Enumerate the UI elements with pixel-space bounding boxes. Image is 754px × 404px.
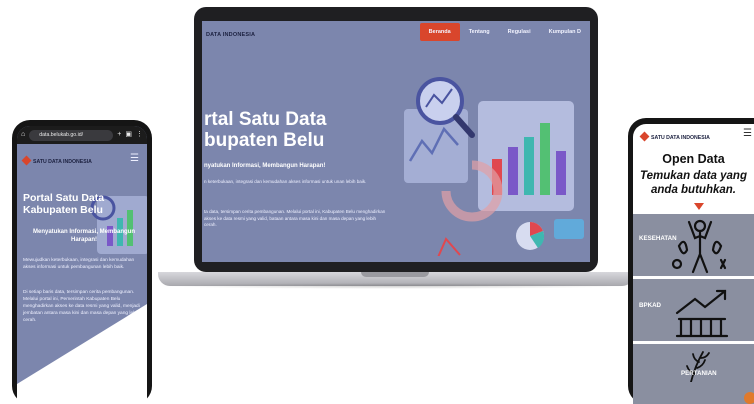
open-data-subtitle-line2: anda butuhkan.	[651, 184, 736, 196]
category-card-pertanian[interactable]: PERTANIAN	[633, 344, 754, 404]
laptop-hero-title-line2: bupaten Belu	[204, 130, 325, 151]
laptop-shadow	[155, 283, 637, 289]
more-icon[interactable]: ⋮	[136, 130, 143, 140]
phone-right-brand-text: SATU DATA INDONESIA	[651, 135, 710, 141]
category-label-pertanian: PERTANIAN	[681, 370, 717, 377]
category-label-bpkad: BPKAD	[639, 302, 662, 309]
hamburger-icon[interactable]: ☰	[130, 153, 139, 164]
home-icon[interactable]: ⌂	[21, 130, 25, 140]
phone-left-brand[interactable]: SATU DATA INDONESIA	[21, 155, 92, 166]
laptop-notch	[361, 272, 429, 277]
laptop-paragraph-2: ta data, tersimpan cerita pembangunan. M…	[204, 209, 386, 228]
logo-mark-icon	[639, 131, 650, 142]
nav-tentang[interactable]: Tentang	[460, 23, 499, 41]
logo-mark-icon	[21, 155, 32, 166]
laptop-hero-title: rtal Satu Data bupaten Belu	[204, 109, 374, 151]
category-card-bpkad[interactable]: BPKAD	[633, 279, 754, 341]
phone-right-frame: SATU DATA INDONESIA ☰ Open Data Temukan …	[628, 118, 754, 404]
phone-left-hero-title: Portal Satu Data Kabupaten Belu	[23, 192, 105, 216]
open-data-subtitle-line1: Temukan data yang	[640, 170, 747, 182]
laptop-brand[interactable]: DATA INDONESIA	[206, 32, 255, 38]
laptop-frame: DATA INDONESIA Beranda Tentang Regulasi …	[194, 7, 598, 272]
finance-building-icon	[675, 289, 729, 338]
data-analytics-illustration	[404, 77, 584, 256]
browser-toolbar: ⌂ data.belukab.go.id/ + ▣ ⋮	[17, 126, 147, 144]
phone-left-brand-text: SATU DATA INDONESIA	[33, 159, 92, 165]
nav-beranda[interactable]: Beranda	[419, 23, 460, 41]
hamburger-icon[interactable]: ☰	[743, 128, 752, 139]
health-person-icon	[671, 219, 727, 274]
down-arrow-icon	[694, 203, 704, 210]
category-card-kesehatan[interactable]: KESEHATAN	[633, 214, 754, 276]
laptop-screen: DATA INDONESIA Beranda Tentang Regulasi …	[202, 21, 590, 262]
laptop-menu: Beranda Tentang Regulasi Kumpulan D	[419, 23, 590, 41]
nav-kumpulan-data[interactable]: Kumpulan D	[540, 23, 590, 41]
nav-regulasi[interactable]: Regulasi	[499, 23, 540, 41]
scroll-top-button[interactable]	[744, 392, 754, 404]
laptop-tagline: nyatukan Informasi, Membangun Harapan!	[204, 163, 326, 169]
phone-left-white-diagonal	[17, 304, 147, 404]
phone-left-screen: ⌂ data.belukab.go.id/ + ▣ ⋮ SATU DATA IN…	[17, 126, 147, 404]
tabs-icon[interactable]: ▣	[125, 130, 132, 140]
phone-right-screen: SATU DATA INDONESIA ☰ Open Data Temukan …	[633, 124, 754, 404]
laptop-hero-title-line1: rtal Satu Data	[204, 109, 327, 130]
laptop-navbar: DATA INDONESIA Beranda Tentang Regulasi …	[202, 21, 590, 47]
phone-left-frame: ⌂ data.belukab.go.id/ + ▣ ⋮ SATU DATA IN…	[12, 120, 152, 404]
category-label-kesehatan: KESEHATAN	[639, 235, 677, 242]
url-bar[interactable]: data.belukab.go.id/	[29, 129, 114, 141]
open-data-subtitle: Temukan data yang anda butuhkan.	[633, 169, 754, 197]
phone-right-brand[interactable]: SATU DATA INDONESIA	[639, 131, 710, 142]
phone-left-paragraph-1: Mewujudkan keterbukaan, integrasi dan ke…	[23, 258, 135, 270]
plus-icon[interactable]: +	[117, 130, 121, 140]
open-data-title: Open Data	[662, 152, 725, 166]
phone-left-tagline: Menyatukan Informasi, Membangun Harapan!	[32, 229, 135, 243]
devices-mockup: DATA INDONESIA Beranda Tentang Regulasi …	[0, 0, 754, 404]
laptop-paragraph-1: n keterbukaan, integrasi dan kemudahan a…	[204, 179, 367, 184]
